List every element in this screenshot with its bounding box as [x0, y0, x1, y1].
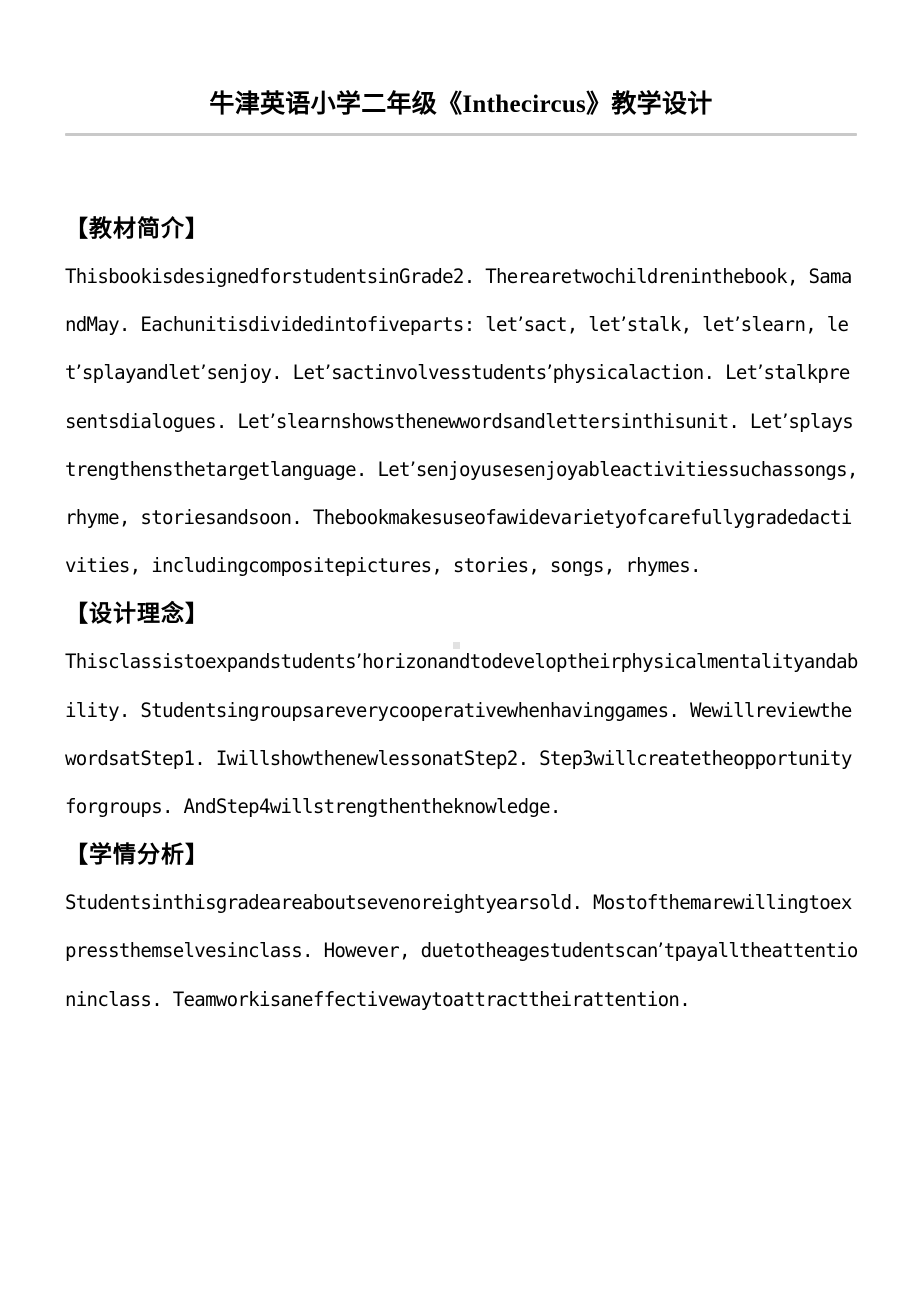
apostrophe-glyph: ’ [200, 361, 207, 385]
apostrophe-glyph: ’ [782, 409, 789, 433]
section-heading: 【学情分析】 [65, 842, 209, 868]
apostrophe-glyph: ’ [355, 650, 363, 674]
apostrophe-glyph: ’ [546, 361, 553, 385]
section-heading: 【教材简介】 [65, 216, 209, 241]
page-title: 牛津英语小学二年级《Inthecircus》教学设计 [209, 91, 713, 118]
apostrophe-glyph: ’ [325, 361, 332, 385]
page-speck-artifact [453, 642, 460, 649]
document-page: 牛津英语小学二年级《Inthecircus》教学设计 【教材简介】 Thisbo… [0, 0, 920, 1302]
document-body: 【教材简介】 ThisbookisdesignedforstudentsinGr… [65, 205, 860, 1024]
apostrophe-glyph: ’ [657, 939, 664, 963]
apostrophe-glyph: ’ [757, 361, 764, 385]
section-paragraph: ThisbookisdesignedforstudentsinGrade2. T… [65, 265, 858, 578]
title-divider [65, 133, 857, 136]
title-block: 牛津英语小学二年级《Inthecircus》教学设计 [65, 88, 857, 122]
section-paragraph: Thisclassistoexpandstudents’horizonandto… [65, 650, 858, 819]
apostrophe-glyph: ’ [517, 313, 524, 337]
apostrophe-glyph: ’ [75, 361, 82, 385]
section-heading: 【设计理念】 [65, 601, 209, 627]
section-teaching-material: 【教材简介】 ThisbookisdesignedforstudentsinGr… [65, 205, 860, 590]
section-paragraph: Studentsinthisgradeareaboutsevenoreighty… [65, 891, 858, 1011]
apostrophe-glyph: ’ [620, 313, 627, 337]
section-student-analysis: 【学情分析】 Studentsinthisgradeareaboutseveno… [65, 831, 860, 1024]
apostrophe-glyph: ’ [409, 457, 416, 481]
section-design-concept: 【设计理念】 Thisclassistoexpandstudents’horiz… [65, 590, 860, 831]
apostrophe-glyph: ’ [269, 409, 276, 433]
apostrophe-glyph: ’ [734, 313, 741, 337]
